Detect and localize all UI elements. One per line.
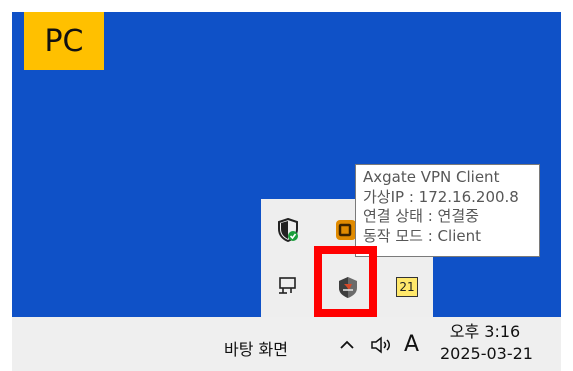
tooltip-title: Axgate VPN Client bbox=[363, 168, 500, 186]
number-badge-icon[interactable]: 21 bbox=[396, 277, 418, 297]
speaker-icon[interactable] bbox=[368, 334, 396, 356]
taskbar: 바탕 화면 A 오후 3:16 2025-03-21 bbox=[12, 317, 561, 371]
tooltip-virtual-ip: 가상IP : 172.16.200.8 bbox=[363, 187, 519, 206]
number-badge-label: 21 bbox=[399, 280, 415, 294]
clock[interactable]: 오후 3:16 2025-03-21 bbox=[440, 321, 533, 365]
input-method-indicator[interactable]: A bbox=[404, 332, 419, 357]
tooltip-operation-mode: 동작 모드 : Client bbox=[363, 226, 481, 245]
pc-label: PC bbox=[44, 23, 84, 59]
network-monitor-icon[interactable] bbox=[275, 273, 301, 299]
clock-date: 2025-03-21 bbox=[440, 344, 533, 363]
clock-time: 오후 3:16 bbox=[449, 322, 521, 341]
highlight-box bbox=[314, 246, 377, 317]
windows-security-icon[interactable] bbox=[275, 217, 301, 243]
vpn-tooltip: Axgate VPN Client 가상IP : 172.16.200.8 연결… bbox=[355, 164, 540, 257]
pc-label-badge: PC bbox=[24, 12, 104, 70]
show-desktop-button[interactable]: 바탕 화면 bbox=[224, 336, 288, 360]
tooltip-connection-status: 연결 상태 : 연결중 bbox=[363, 207, 479, 225]
chevron-up-icon[interactable] bbox=[337, 334, 357, 356]
